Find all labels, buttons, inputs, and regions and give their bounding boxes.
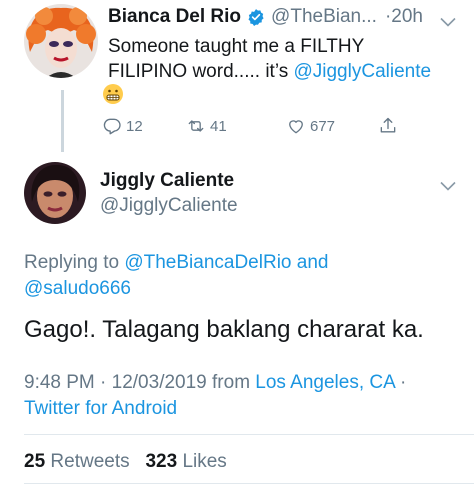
parent-tweet-header: Bianca Del Rio @TheBian... ·20h — [108, 4, 423, 30]
likes-label: Likes — [182, 451, 227, 472]
reply-count: 12 — [126, 117, 143, 135]
mention-link[interactable]: @TheBiancaDelRio — [124, 252, 291, 273]
tweet-text-line: FILIPINO word..... it’s @JigglyCaliente — [108, 59, 458, 84]
tweet-meta: 9:48 PM · 12/03/2019 from Los Angeles, C… — [24, 370, 444, 422]
thread-line — [61, 90, 64, 152]
grimacing-face-emoji-icon — [102, 83, 124, 105]
engagement-stats: 25 Retweets 323 Likes — [24, 451, 227, 473]
parent-tweet-text: Someone taught me a FILTHY FILIPINO word… — [108, 34, 458, 84]
source-link[interactable]: Twitter for Android — [24, 398, 177, 419]
author-name[interactable]: Bianca Del Rio — [108, 6, 241, 28]
heart-icon — [289, 120, 303, 134]
mention-link[interactable]: @saludo666 — [24, 278, 131, 299]
meta-separator: · — [394, 372, 407, 393]
retweet-button[interactable]: 41 — [186, 116, 227, 136]
mention-link[interactable]: @JigglyCaliente — [293, 61, 431, 82]
retweets-stat[interactable]: 25 Retweets — [24, 451, 130, 472]
tweet-timestamp: 9:48 PM · 12/03/2019 from — [24, 372, 256, 393]
author-handle[interactable]: @TheBian... — [271, 6, 377, 28]
likes-stat[interactable]: 323 Likes — [145, 451, 226, 472]
chevron-down-icon[interactable] — [440, 178, 456, 191]
reply-icon — [103, 118, 121, 135]
main-tweet-text: Gago!. Talagang baklang chararat ka. — [24, 316, 424, 343]
retweets-count: 25 — [24, 451, 46, 472]
divider — [24, 483, 474, 484]
retweets-label: Retweets — [50, 451, 130, 472]
avatar-bianca[interactable] — [24, 4, 98, 78]
replying-label: Replying to — [24, 252, 125, 273]
verified-badge-icon — [247, 8, 265, 26]
retweet-count: 41 — [210, 117, 227, 135]
share-button[interactable] — [378, 116, 398, 136]
replying-to: Replying to @TheBiancaDelRio and @saludo… — [24, 250, 444, 302]
replying-and[interactable]: and — [291, 252, 329, 273]
like-count: 677 — [310, 117, 336, 135]
avatar-jiggly[interactable] — [24, 162, 86, 224]
author-handle[interactable]: @JigglyCaliente — [100, 195, 238, 217]
like-button[interactable]: 677 — [286, 116, 335, 136]
reply-button[interactable]: 12 — [102, 116, 143, 136]
tweet-text-line: Someone taught me a FILTHY — [108, 36, 365, 57]
tweet-time[interactable]: ·20h — [385, 6, 423, 28]
retweet-icon — [188, 120, 204, 132]
likes-count: 323 — [145, 451, 178, 472]
chevron-down-icon[interactable] — [440, 14, 456, 27]
location-link[interactable]: Los Angeles, CA — [255, 372, 394, 393]
divider — [24, 434, 474, 435]
tweet-text-segment: FILIPINO word..... it’s — [108, 61, 294, 82]
share-icon — [380, 117, 396, 133]
author-name[interactable]: Jiggly Caliente — [100, 170, 234, 192]
